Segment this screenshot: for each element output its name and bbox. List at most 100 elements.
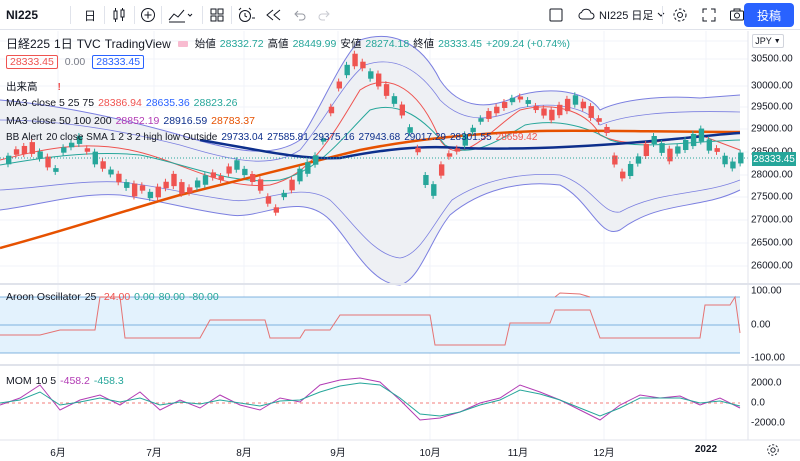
candle-body: [257, 179, 264, 191]
mom-tick: -2000.0: [751, 417, 785, 429]
indicator-value: -458.2: [60, 375, 90, 387]
volume-legend: 出来高 !: [6, 79, 61, 94]
aroon-legend[interactable]: Aroon Oscillator 25 -24.00 0.00 80.00 -8…: [6, 291, 219, 303]
change-value: +209.24 (+0.74%): [485, 37, 571, 50]
candle-body: [68, 142, 75, 148]
price-tick: 29000.00: [751, 123, 793, 135]
candle-body: [675, 146, 681, 154]
candle-body: [155, 186, 161, 198]
candle-body: [61, 147, 67, 153]
close-value: 28333.45: [438, 37, 482, 50]
chevron-down-icon: ▼: [773, 37, 781, 45]
high-label: 高値: [267, 38, 289, 50]
ma-short-legend[interactable]: MA3 close 5 25 75 28386.94 28635.36 2882…: [6, 97, 237, 109]
candle-body: [478, 118, 484, 122]
candle-body: [667, 148, 673, 162]
volume-label[interactable]: 出来高: [6, 79, 38, 94]
candle-body: [549, 109, 555, 121]
low-value: 28274.18: [365, 37, 410, 50]
candle-body: [596, 118, 602, 122]
buy-button[interactable]: 28333.45: [92, 55, 145, 69]
candle-body: [163, 181, 169, 189]
indicator-params: 20 close SMA 1 2 3 2 high low Outside: [46, 132, 218, 143]
time-tick: 7月: [146, 448, 162, 459]
chart-brand: TradingView: [104, 36, 171, 51]
candle-body: [84, 148, 91, 152]
candle-body: [131, 183, 138, 197]
currency-selector[interactable]: JPY ▼: [752, 34, 784, 48]
candle-body: [415, 147, 421, 153]
candle-body: [683, 139, 689, 151]
open-label: 始値: [194, 38, 216, 50]
candle-body: [376, 73, 382, 87]
candle-body: [13, 149, 20, 155]
candle-body: [454, 148, 461, 152]
price-tick: 30500.00: [751, 53, 793, 65]
candle-body: [234, 160, 240, 170]
indicator-value: 28301.55: [449, 132, 492, 143]
low-label: 安値: [340, 38, 362, 50]
candle-body: [494, 106, 500, 114]
mom-legend[interactable]: MOM 10 5 -458.2 -458.3: [6, 375, 124, 387]
indicator-value: 27943.68: [358, 132, 401, 143]
bb-legend[interactable]: BB Alert 20 close SMA 1 2 3 2 high low O…: [6, 132, 537, 143]
indicator-value: 28386.94: [98, 97, 142, 109]
mom-tick: 0.0: [751, 397, 765, 409]
price-tick: 27000.00: [751, 214, 793, 226]
ma-long-legend[interactable]: MA3 close 50 100 200 28852.19 28916.59 2…: [6, 115, 255, 127]
candle-body: [328, 106, 335, 114]
candle-body: [588, 106, 594, 118]
candle-body: [635, 156, 642, 164]
pane-separator[interactable]: [0, 364, 800, 366]
price-tick: 26500.00: [751, 237, 793, 249]
candle-body: [53, 168, 59, 172]
candle-body: [391, 96, 398, 104]
sell-button[interactable]: 28333.45: [6, 55, 58, 69]
candle-body: [438, 164, 445, 176]
indicator-value: 28916.59: [163, 115, 208, 127]
candle-body: [344, 64, 350, 76]
candle-body: [171, 173, 177, 187]
candle-body: [722, 155, 728, 165]
candle-body: [179, 182, 185, 194]
price-tick: 26000.00: [751, 260, 793, 272]
indicator-value: -80.00: [188, 291, 219, 303]
candle-body: [6, 155, 12, 165]
candle-body: [486, 111, 492, 119]
candle-body: [187, 187, 193, 193]
candle-body: [604, 126, 610, 134]
pane-separator[interactable]: [0, 283, 800, 285]
indicator-value: -24.00: [100, 291, 131, 303]
candle-body: [124, 182, 130, 188]
candle-body: [368, 71, 374, 79]
chart-interval: 1日: [54, 37, 73, 51]
candle-body: [659, 143, 665, 153]
candle-body: [218, 176, 224, 180]
indicator-name: MA3: [6, 97, 28, 109]
candle-body: [139, 185, 146, 191]
indicator-name: MA3: [6, 115, 28, 127]
chart-title[interactable]: 日経225: [6, 35, 50, 52]
candle-body: [242, 168, 248, 176]
settings-gear-icon[interactable]: [766, 443, 780, 460]
candle-body: [706, 139, 713, 151]
chart-source: TVC: [76, 36, 101, 51]
price-tick: 30000.00: [751, 80, 793, 92]
candle-body: [147, 191, 154, 199]
high-value: 28449.99: [292, 37, 337, 50]
price-tick: 28000.00: [751, 169, 793, 181]
currency-label: JPY: [755, 36, 772, 46]
main-legend: 日経225 1日 TVC TradingView 始値 28332.72 高値 28…: [6, 35, 570, 52]
candle-body: [352, 53, 358, 67]
time-tick: 6月: [50, 448, 66, 459]
indicator-value: 80.00: [158, 291, 185, 303]
aroon-tick: 100.00: [751, 285, 782, 297]
indicator-value: 29733.04: [221, 132, 264, 143]
chart-canvas[interactable]: [0, 0, 800, 461]
candle-body: [100, 161, 106, 169]
candle-body: [360, 61, 366, 69]
indicator-value: 28635.36: [145, 97, 190, 109]
candle-body: [572, 95, 579, 105]
indicator-value: 29017.29: [404, 132, 446, 143]
time-tick: 2022: [694, 444, 718, 455]
